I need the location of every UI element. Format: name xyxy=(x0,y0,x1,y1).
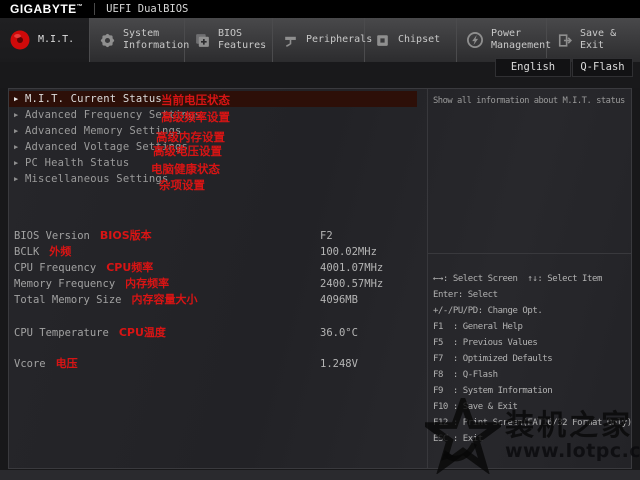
top-bar: GIGABYTE™ UEFI DualBIOS xyxy=(0,0,640,18)
qflash-button[interactable]: Q-Flash xyxy=(572,58,633,77)
tab-save-exit[interactable]: Save & Exit xyxy=(547,18,640,62)
info-label: Total Memory Size xyxy=(14,294,122,306)
tab-bar: M.I.T. System Information BIOS Features … xyxy=(0,18,640,62)
mit-menu: ▶ M.I.T. Current Status 当前电压状态 ▶ Advance… xyxy=(9,89,427,192)
hotkey-legend: ←→: Select Screen ↑↓: Select Item Enter:… xyxy=(428,254,632,447)
bios-features-icon xyxy=(194,32,211,49)
info-row-bclk: BCLK 外频 100.02MHz xyxy=(14,244,424,260)
info-annotation: CPU频率 xyxy=(106,261,154,274)
english-language-button[interactable]: English xyxy=(495,58,571,77)
menu-item-annotation: 杂项设置 xyxy=(159,178,205,192)
tab-label: Save & Exit xyxy=(580,28,617,51)
exit-door-icon xyxy=(556,32,573,49)
info-annotation: BIOS版本 xyxy=(99,229,152,242)
peripherals-icon xyxy=(282,32,299,49)
main-panel: ▶ M.I.T. Current Status 当前电压状态 ▶ Advance… xyxy=(8,88,632,469)
product-title: UEFI DualBIOS xyxy=(106,3,189,15)
hotkey-line: F12 : Print Screen(FAT16/32 Format Only) xyxy=(433,418,632,428)
submenu-arrow-icon: ▶ xyxy=(14,95,19,103)
menu-item-advanced-memory-settings[interactable]: ▶ Advanced Memory Settings 高级内存设置 xyxy=(9,123,417,144)
hotkey-line: Enter: Select xyxy=(433,290,498,300)
tab-label: BIOS Features xyxy=(218,28,267,51)
info-label: CPU Frequency xyxy=(14,262,97,274)
hotkey-line: F8 : Q-Flash xyxy=(433,370,498,380)
tab-mit[interactable]: M.I.T. xyxy=(0,18,90,62)
info-annotation: 内存容量大小 xyxy=(131,293,198,306)
info-row-vcore: Vcore 电压 1.248V xyxy=(14,356,424,372)
info-annotation: CPU温度 xyxy=(118,326,166,339)
menu-item-label: Miscellaneous Settings xyxy=(25,173,169,185)
info-value: 36.0°C xyxy=(320,327,358,339)
info-annotation: 内存频率 xyxy=(125,277,170,290)
item-description: Show all information about M.I.T. status xyxy=(428,89,631,254)
tab-power-management[interactable]: Power Management xyxy=(457,18,551,62)
menu-item-mit-current-status[interactable]: ▶ M.I.T. Current Status 当前电压状态 xyxy=(9,91,417,107)
info-value: 2400.57MHz xyxy=(320,278,384,290)
gigabyte-logo: GIGABYTE™ xyxy=(10,2,84,16)
info-value: 100.02MHz xyxy=(320,246,377,258)
tab-system-information[interactable]: System Information xyxy=(90,18,189,62)
info-row-memory-frequency: Memory Frequency 内存频率 2400.57MHz xyxy=(14,276,424,292)
tab-bios-features[interactable]: BIOS Features xyxy=(185,18,273,62)
info-label: BIOS Version xyxy=(14,230,90,242)
tab-label: M.I.T. xyxy=(38,34,75,45)
info-row-cpu-temperature: CPU Temperature CPU温度 36.0°C xyxy=(14,325,424,341)
gear-icon xyxy=(99,32,116,49)
hotkey-line: ESC : Exit xyxy=(433,434,483,444)
info-annotation: 电压 xyxy=(55,357,78,370)
hotkey-line: F10 : Save & Exit xyxy=(433,402,518,412)
hotkey-line: F7 : Optimized Defaults xyxy=(433,354,553,364)
hotkey-line: F9 : System Information xyxy=(433,386,553,396)
settings-panel: ▶ M.I.T. Current Status 当前电压状态 ▶ Advance… xyxy=(9,89,427,468)
menu-item-annotation: 当前电压状态 xyxy=(161,93,230,107)
system-info-readouts: BIOS Version BIOS版本 F2 BCLK 外频 100.02MHz C… xyxy=(14,228,424,372)
chipset-icon xyxy=(374,32,391,49)
info-annotation: 外频 xyxy=(49,245,72,258)
submenu-arrow-icon: ▶ xyxy=(14,127,19,135)
help-panel: Show all information about M.I.T. status… xyxy=(427,89,632,468)
submenu-arrow-icon: ▶ xyxy=(14,143,19,151)
power-lightning-icon xyxy=(466,31,484,49)
menu-item-label: PC Health Status xyxy=(25,157,130,169)
tab-chipset[interactable]: Chipset xyxy=(365,18,457,62)
divider xyxy=(94,3,96,15)
submenu-arrow-icon: ▶ xyxy=(14,111,19,119)
info-value: F2 xyxy=(320,230,333,242)
hotkey-line: +/-/PU/PD: Change Opt. xyxy=(433,306,543,316)
submenu-arrow-icon: ▶ xyxy=(14,175,19,183)
tab-label: System Information xyxy=(123,28,190,51)
bottom-strip xyxy=(0,470,640,480)
info-label: Memory Frequency xyxy=(14,278,116,290)
info-label: BCLK xyxy=(14,246,40,258)
submenu-arrow-icon: ▶ xyxy=(14,159,19,167)
trademark-mark: ™ xyxy=(76,4,84,10)
menu-item-pc-health-status[interactable]: ▶ PC Health Status 电脑健康状态 xyxy=(9,155,417,176)
tab-label: Peripherals xyxy=(306,34,373,45)
record-icon xyxy=(9,29,31,51)
hotkey-line: ←→: Select Screen ↑↓: Select Item xyxy=(433,274,602,284)
hotkey-line: F5 : Previous Values xyxy=(433,338,538,348)
info-value: 1.248V xyxy=(320,358,358,370)
info-label: Vcore xyxy=(14,358,46,370)
tab-peripherals[interactable]: Peripherals xyxy=(273,18,372,62)
info-row-total-memory-size: Total Memory Size 内存容量大小 4096MB xyxy=(14,292,424,308)
info-value: 4096MB xyxy=(320,294,358,306)
tab-label: Power Management xyxy=(491,28,552,51)
menu-item-miscellaneous-settings[interactable]: ▶ Miscellaneous Settings 杂项设置 xyxy=(9,171,417,192)
menu-item-advanced-voltage-settings[interactable]: ▶ Advanced Voltage Settings 高级电压设置 xyxy=(9,139,417,158)
tab-label: Chipset xyxy=(398,34,441,45)
menu-item-advanced-frequency-settings[interactable]: ▶ Advanced Frequency Settings 高级频率设置 xyxy=(9,107,417,124)
info-row-bios-version: BIOS Version BIOS版本 F2 xyxy=(14,228,424,244)
info-row-cpu-frequency: CPU Frequency CPU频率 4001.07MHz xyxy=(14,260,424,276)
menu-item-label: M.I.T. Current Status xyxy=(25,93,162,105)
info-label: CPU Temperature xyxy=(14,327,109,339)
hotkey-line: F1 : General Help xyxy=(433,322,523,332)
info-value: 4001.07MHz xyxy=(320,262,384,274)
